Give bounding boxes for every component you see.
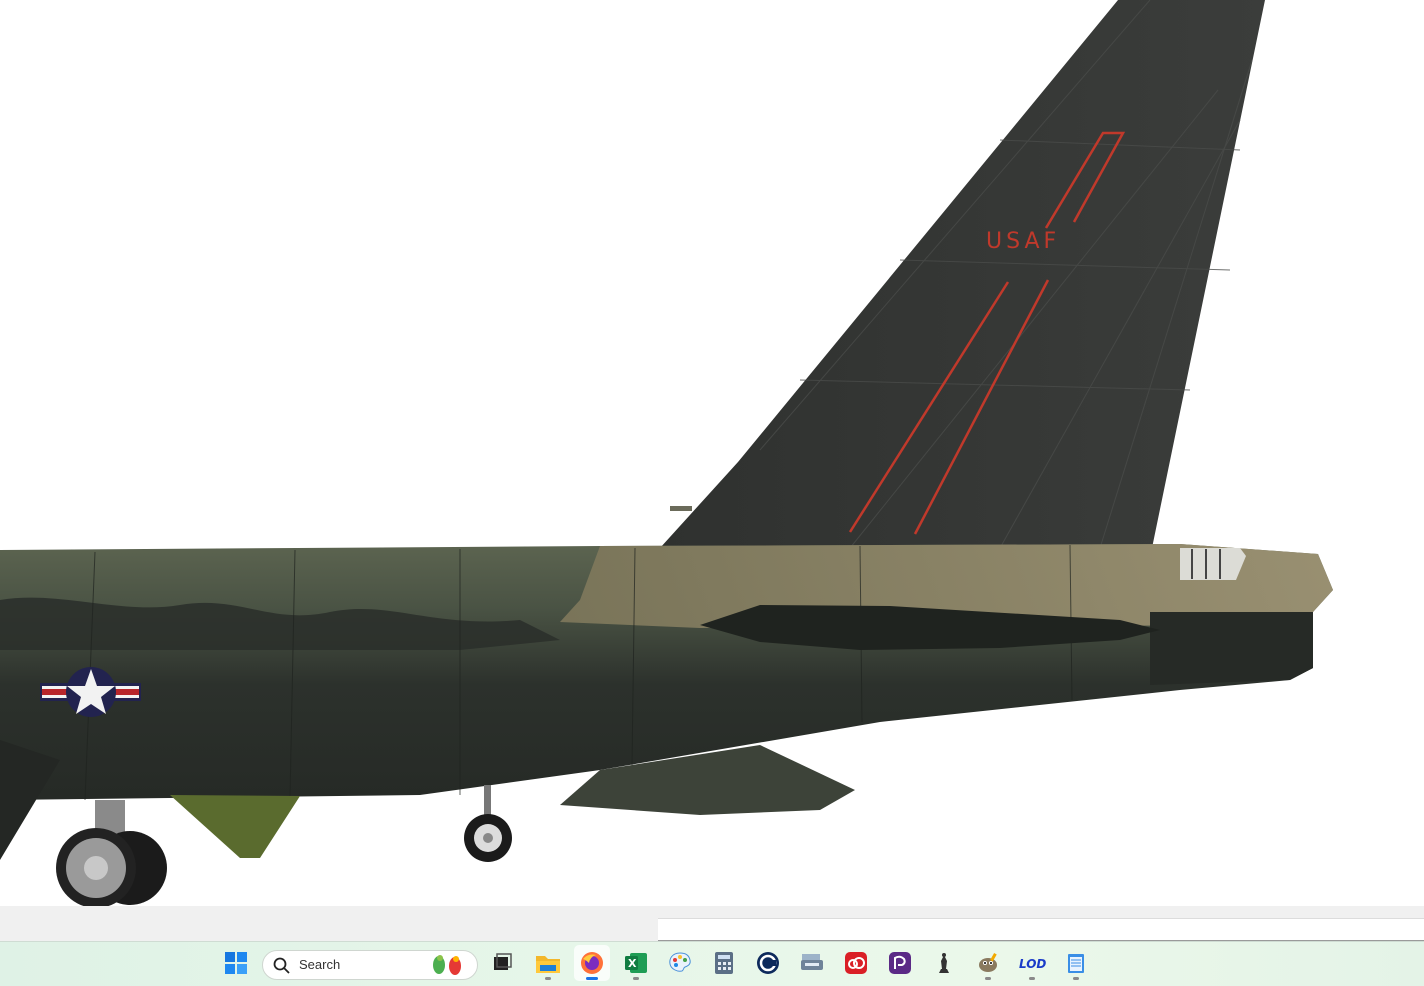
paint-icon[interactable]	[662, 945, 698, 981]
ccleaner-icon[interactable]	[750, 945, 786, 981]
svg-text:X: X	[628, 957, 637, 970]
task-view-icon[interactable]	[484, 945, 520, 981]
lod-icon[interactable]: LOD	[1014, 945, 1050, 981]
calculator-icon[interactable]	[706, 945, 742, 981]
b52-aircraft-image: USAF	[0, 0, 1333, 906]
usaf-tail-marking: USAF	[986, 229, 1060, 254]
main-landing-gear	[56, 800, 167, 906]
pdf-app-icon[interactable]	[882, 945, 918, 981]
image-viewer-canvas: USAF	[0, 0, 1424, 906]
creative-cloud-icon[interactable]	[838, 945, 874, 981]
firefox-icon[interactable]	[574, 945, 610, 981]
vertical-tail	[660, 0, 1265, 548]
gimp-icon[interactable]	[970, 945, 1006, 981]
status-bar	[0, 906, 1424, 941]
taskbar-search-box[interactable]: Search	[262, 950, 478, 980]
excel-icon[interactable]: X	[618, 945, 654, 981]
outrigger-gear	[464, 785, 512, 862]
svg-text:LOD: LOD	[1019, 957, 1046, 971]
notepad-icon[interactable]	[1058, 945, 1094, 981]
search-placeholder: Search	[299, 957, 341, 972]
windows-taskbar: Search X LOD	[0, 941, 1424, 986]
windows-start-icon[interactable]	[218, 945, 254, 981]
scanner-icon[interactable]	[794, 945, 830, 981]
search-icon	[273, 957, 291, 979]
chess-icon[interactable]	[926, 945, 962, 981]
status-field	[658, 918, 1424, 941]
parrots-search-decoration-icon	[427, 953, 469, 983]
file-explorer-icon[interactable]	[530, 945, 566, 981]
